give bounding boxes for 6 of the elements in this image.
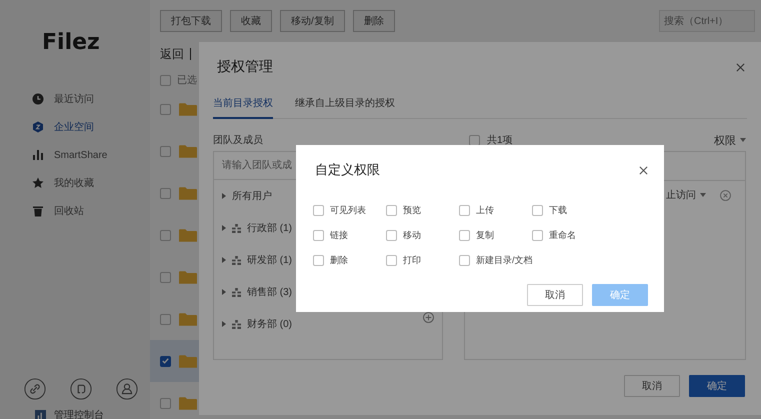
section-label: 团队及成员	[213, 134, 264, 147]
item-count: 共1项	[487, 134, 513, 147]
logo: Filez	[42, 30, 101, 55]
selection-label: 已选	[177, 74, 197, 87]
dialog-title: 自定义权限	[315, 161, 380, 179]
dialog-title: 授权管理	[217, 58, 273, 76]
